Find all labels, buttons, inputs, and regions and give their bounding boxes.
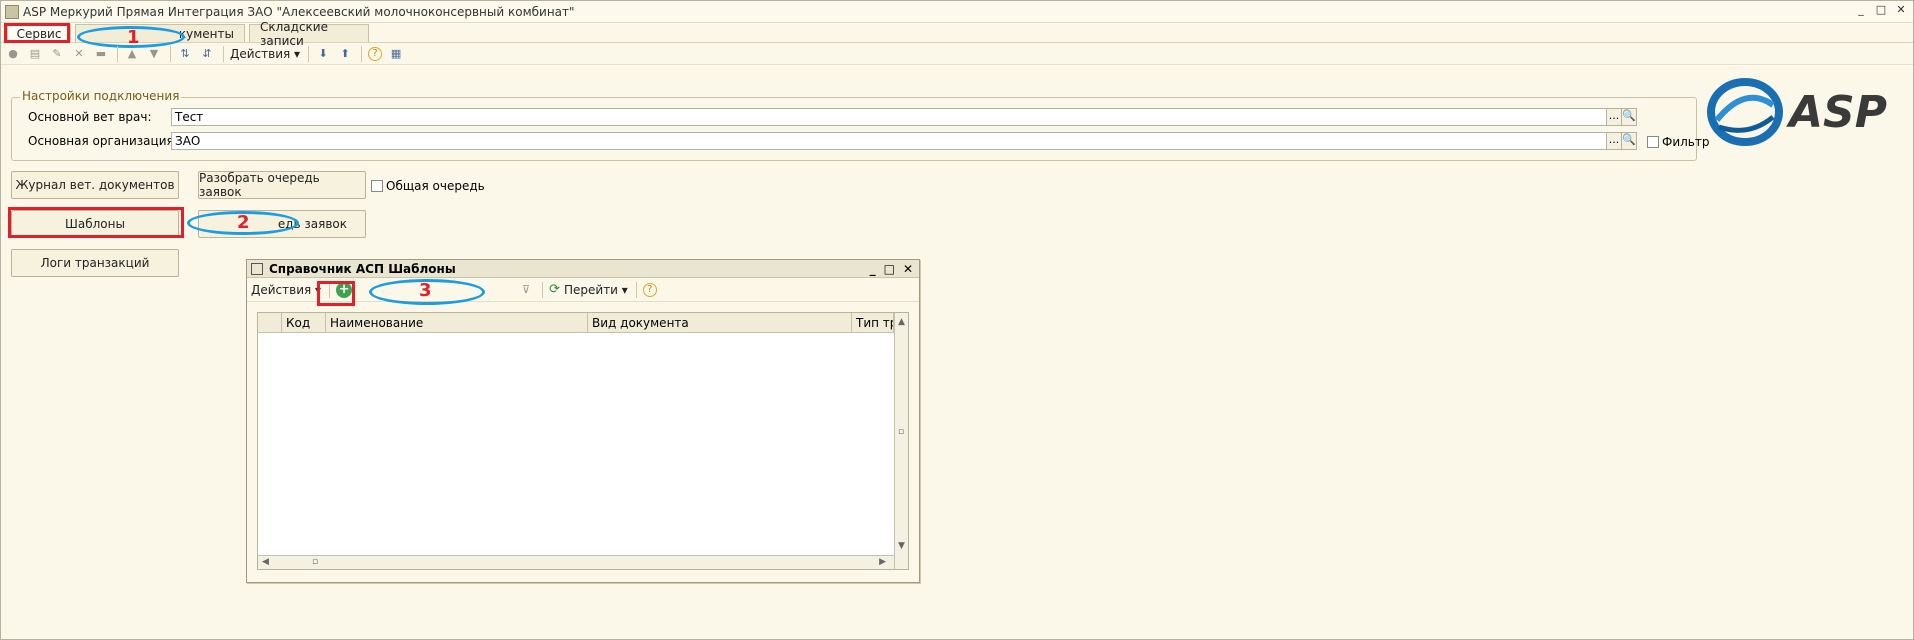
filter-label: Фильтр [1662, 135, 1710, 149]
catalog-icon [251, 262, 263, 275]
common-queue-label: Общая очередь [386, 179, 485, 193]
sort-asc-icon[interactable]: ⇅ [177, 46, 193, 62]
app-window: ASP Меркурий Прямая Интеграция ЗАО "Алек… [0, 0, 1914, 640]
table-header: Код Наименование Вид документа Тип тра [258, 313, 908, 333]
child-window-title: Справочник АСП Шаблоны [269, 261, 456, 276]
vet-select-button[interactable]: ... [1606, 108, 1622, 126]
checkbox-icon[interactable] [1647, 136, 1659, 148]
settings-icon[interactable]: ▦ [388, 46, 404, 62]
goto-menu[interactable]: Перейти ▾ [564, 283, 628, 297]
checkbox-icon[interactable] [371, 180, 383, 192]
app-icon [5, 4, 19, 19]
window-title: ASP Меркурий Прямая Интеграция ЗАО "Алек… [23, 4, 575, 19]
export-icon[interactable]: ⬆ [337, 46, 353, 62]
scroll-up-icon[interactable]: ▲ [898, 317, 905, 327]
org-field[interactable]: ЗАО [171, 132, 1607, 150]
column-header-transaction-type[interactable]: Тип тра [852, 313, 894, 332]
annotation-number-2: 2 [237, 212, 250, 233]
toolbar-separator [308, 45, 310, 62]
mark-icon[interactable]: ▬ [93, 46, 109, 62]
toolbar-separator [635, 281, 637, 298]
logo-text: ASP [1786, 87, 1887, 138]
templates-catalog-window: Справочник АСП Шаблоны _ □ ✕ Действия ▾ … [246, 259, 920, 583]
help-icon[interactable]: ? [368, 46, 383, 61]
tab-bar: Сервис кументы Складские записи [1, 20, 1913, 48]
close-button[interactable]: ✕ [1895, 4, 1907, 16]
vet-field[interactable]: Тест [171, 108, 1607, 126]
main-toolbar: ● ▤ ✎ ✕ ▬ ▲ ▼ ⇅ ⇵ Действия ▾ ⬇ ⬆ ? ▦ [1, 43, 1913, 65]
scroll-down-icon[interactable]: ▼ [898, 541, 905, 551]
vet-label: Основной вет врач: [28, 110, 152, 124]
edit-icon[interactable]: ✎ [49, 46, 65, 62]
org-select-button[interactable]: ... [1606, 132, 1622, 150]
actions-menu[interactable]: Действия ▾ [230, 47, 300, 61]
copy-icon[interactable]: ▤ [27, 46, 43, 62]
column-header-doc-type[interactable]: Вид документа [588, 313, 852, 332]
toolbar-separator [117, 45, 118, 62]
scroll-thumb[interactable]: ▫ [898, 427, 904, 437]
annotation-number-3: 3 [419, 280, 432, 301]
parse-queue-button[interactable]: Разобрать очередь заявок [198, 171, 366, 199]
up-icon[interactable]: ▲ [124, 46, 140, 62]
vertical-scrollbar[interactable]: ▲ ▫ ▼ [894, 313, 908, 569]
minimize-button[interactable]: _ [1855, 4, 1867, 16]
column-header-marker[interactable] [258, 313, 282, 332]
scroll-thumb-h[interactable]: ▫ [312, 557, 318, 567]
templates-table[interactable]: Код Наименование Вид документа Тип тра ▲… [257, 312, 909, 570]
child-restore-button[interactable]: □ [884, 262, 895, 276]
asp-logo-graphic: ASP [1707, 78, 1887, 146]
scroll-right-icon[interactable]: ▶ [879, 557, 886, 567]
child-minimize-button[interactable]: _ [870, 262, 876, 276]
toolbar-separator [361, 45, 363, 62]
toolbar-separator [223, 45, 224, 62]
tab-warehouse-records[interactable]: Складские записи [249, 20, 369, 48]
restore-button[interactable]: □ [1875, 4, 1887, 16]
group-title: Настройки подключения [20, 89, 182, 103]
horizontal-scrollbar[interactable]: ◀ ▫ ▶ [258, 555, 894, 569]
child-actions-menu[interactable]: Действия ▾ [251, 283, 321, 297]
help-icon[interactable]: ? [642, 282, 657, 297]
refresh-icon[interactable]: ⟳ [549, 282, 560, 297]
column-header-code[interactable]: Код [282, 313, 326, 332]
down-icon[interactable]: ▼ [146, 46, 162, 62]
delete-icon[interactable]: ✕ [71, 46, 87, 62]
annotation-box-2 [8, 207, 184, 238]
child-title-bar: Справочник АСП Шаблоны _ □ ✕ [247, 260, 919, 278]
asp-logo: ASP [1707, 75, 1907, 149]
logs-button[interactable]: Логи транзакций [11, 249, 179, 277]
column-header-name[interactable]: Наименование [326, 313, 588, 332]
scroll-left-icon[interactable]: ◀ [262, 557, 269, 567]
toolbar-separator [170, 45, 171, 62]
child-window-controls: _ □ ✕ [870, 262, 913, 276]
child-close-button[interactable]: ✕ [903, 262, 913, 276]
vet-search-icon[interactable]: 🔍 [1621, 108, 1637, 126]
filter-icon[interactable]: ⊽ [518, 282, 534, 298]
add-icon[interactable]: ● [5, 46, 21, 62]
window-controls: _ □ ✕ [1855, 4, 1907, 16]
filter-checkbox[interactable]: Фильтр [1647, 135, 1709, 149]
common-queue-checkbox[interactable]: Общая очередь [371, 179, 485, 193]
org-search-icon[interactable]: 🔍 [1621, 132, 1637, 150]
annotation-box-1 [4, 23, 70, 43]
org-label: Основная организация: [28, 134, 178, 148]
toolbar-separator [542, 281, 544, 298]
connection-settings-group: Настройки подключения Основной вет врач:… [11, 89, 1709, 161]
sort-desc-icon[interactable]: ⇵ [199, 46, 215, 62]
journal-button[interactable]: Журнал вет. документов [11, 171, 179, 199]
annotation-box-3 [317, 281, 355, 306]
import-icon[interactable]: ⬇ [315, 46, 331, 62]
